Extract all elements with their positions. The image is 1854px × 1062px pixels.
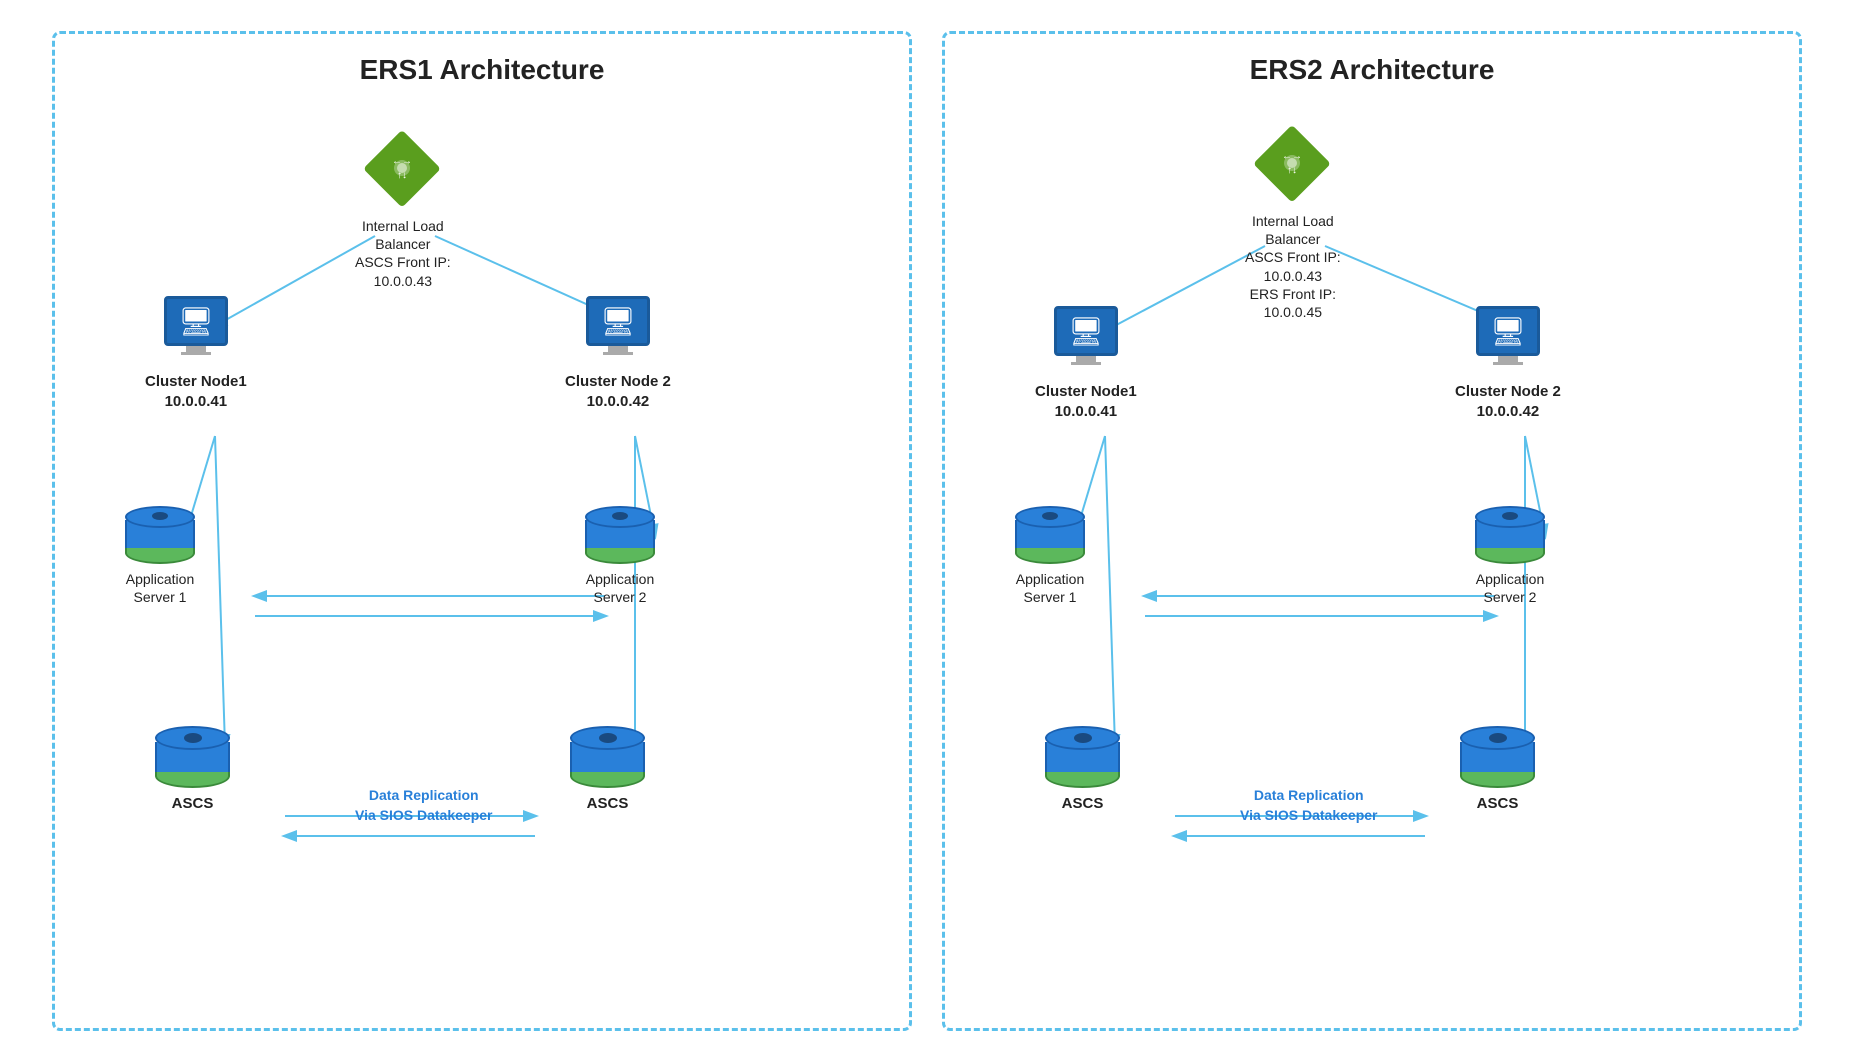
ers1-ascs1: ASCS bbox=[155, 726, 230, 814]
ers1-app1: Application Server 1 bbox=[125, 506, 195, 606]
ers1-ascs1-label: ASCS bbox=[172, 794, 214, 814]
ers1-lb-icon: ←→ ↑↓ bbox=[360, 126, 445, 211]
ers2-node2-label: Cluster Node 2 10.0.0.42 bbox=[1455, 382, 1561, 421]
ers2-app2-icon bbox=[1475, 506, 1545, 564]
ers2-title: ERS2 Architecture bbox=[955, 54, 1789, 86]
main-container: ERS1 Architecture bbox=[0, 0, 1854, 1062]
ers2-lb: ←→ ↑↓ Internal Load Balancer ASCS Front … bbox=[1245, 121, 1341, 321]
ers2-node1-label: Cluster Node1 10.0.0.41 bbox=[1035, 382, 1137, 421]
ers1-app1-icon bbox=[125, 506, 195, 564]
ers1-ascs2: ASCS bbox=[570, 726, 645, 814]
ers1-box: ERS1 Architecture bbox=[52, 31, 912, 1031]
ers2-ascs2-label: ASCS bbox=[1477, 794, 1519, 814]
ers2-node2: 🖥 Cluster Node 2 10.0.0.42 bbox=[1455, 306, 1561, 421]
ers2-app2-label: Application Server 2 bbox=[1476, 570, 1545, 606]
ers1-node1-icon: 🖥 bbox=[156, 296, 236, 366]
ers2-ascs2: ASCS bbox=[1460, 726, 1535, 814]
ers2-repl-text: Data Replication Via SIOS Datakeeper bbox=[1240, 786, 1377, 825]
ers1-repl-label: Data Replication Via SIOS Datakeeper bbox=[355, 786, 492, 825]
ers2-box: ERS2 Architecture bbox=[942, 31, 1802, 1031]
ers2-diagram: ←→ ↑↓ Internal Load Balancer ASCS Front … bbox=[955, 106, 1789, 1026]
ers1-node1-label: Cluster Node1 10.0.0.41 bbox=[145, 372, 247, 411]
ers2-app2: Application Server 2 bbox=[1475, 506, 1545, 606]
ers2-node1-icon: 🖥 bbox=[1046, 306, 1126, 376]
ers2-ascs1-icon bbox=[1045, 726, 1120, 788]
ers1-node2-icon: 🖥 bbox=[578, 296, 658, 366]
ers1-repl-text: Data Replication Via SIOS Datakeeper bbox=[355, 786, 492, 825]
ers1-app1-label: Application Server 1 bbox=[126, 570, 195, 606]
ers2-ascs1-label: ASCS bbox=[1062, 794, 1104, 814]
ers1-lb-label: Internal Load Balancer ASCS Front IP: 10… bbox=[355, 217, 451, 290]
ers2-repl-label: Data Replication Via SIOS Datakeeper bbox=[1240, 786, 1377, 825]
ers2-ascs2-icon bbox=[1460, 726, 1535, 788]
ers1-title: ERS1 Architecture bbox=[65, 54, 899, 86]
ers1-app2: Application Server 2 bbox=[585, 506, 655, 606]
ers2-app1-label: Application Server 1 bbox=[1016, 570, 1085, 606]
ers1-node1: 🖥 Cluster Node1 10.0.0.41 bbox=[145, 296, 247, 411]
ers2-app1: Application Server 1 bbox=[1015, 506, 1085, 606]
ers2-lb-label: Internal Load Balancer ASCS Front IP: 10… bbox=[1245, 212, 1341, 321]
ers2-node1: 🖥 Cluster Node1 10.0.0.41 bbox=[1035, 306, 1137, 421]
ers1-ascs2-icon bbox=[570, 726, 645, 788]
ers2-node2-icon: 🖥 bbox=[1468, 306, 1548, 376]
ers2-ascs1: ASCS bbox=[1045, 726, 1120, 814]
ers1-ascs2-label: ASCS bbox=[587, 794, 629, 814]
ers1-lb: ←→ ↑↓ Internal Load Balancer ASCS Front … bbox=[355, 126, 451, 290]
ers1-node2: 🖥 Cluster Node 2 10.0.0.42 bbox=[565, 296, 671, 411]
ers1-ascs1-icon bbox=[155, 726, 230, 788]
ers2-lb-icon: ←→ ↑↓ bbox=[1250, 121, 1335, 206]
ers1-node2-label: Cluster Node 2 10.0.0.42 bbox=[565, 372, 671, 411]
ers1-app2-label: Application Server 2 bbox=[586, 570, 655, 606]
ers2-app1-icon bbox=[1015, 506, 1085, 564]
ers1-app2-icon bbox=[585, 506, 655, 564]
ers1-diagram: ←→ ↑↓ Internal Load Balancer ASCS Front … bbox=[65, 106, 899, 1026]
